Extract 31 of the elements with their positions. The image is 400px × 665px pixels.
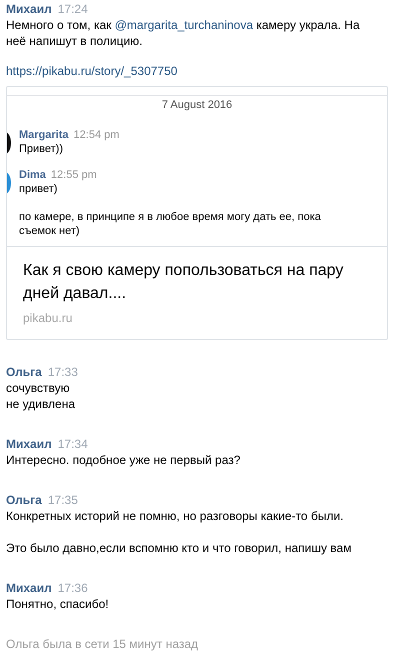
message-text: не удивлена bbox=[6, 396, 76, 412]
message-text: по камере, в принципе я в любое время могу дать ее, пока съемок нет) bbox=[19, 210, 322, 238]
message-time: 17:24 bbox=[58, 2, 88, 16]
message-time: 12:54 pm bbox=[74, 129, 120, 141]
mention-link[interactable]: @margarita_turchaninova bbox=[114, 18, 254, 32]
message-text: Конкретных историй не помню, но разговоры какие-то были. bbox=[6, 508, 344, 524]
author-link[interactable]: Михаил bbox=[6, 581, 52, 595]
author-name: Dima bbox=[19, 169, 46, 181]
author-name: Margarita bbox=[19, 129, 69, 141]
url-link[interactable]: https://pikabu.ru/story/_5307750 bbox=[6, 63, 390, 79]
message-text: Интересно. подобное уже не первый раз? bbox=[6, 452, 242, 468]
message-time: 17:33 bbox=[48, 365, 78, 379]
message-text: сочувствую bbox=[6, 380, 71, 396]
message-text: Понятно, спасибо! bbox=[6, 596, 110, 612]
author-link[interactable]: Ольга bbox=[6, 493, 42, 507]
message-text: Привет)) bbox=[19, 142, 64, 156]
preview-domain: pikabu.ru bbox=[22, 310, 74, 327]
author-link[interactable]: Михаил bbox=[6, 437, 52, 451]
date-label: 7 August 2016 bbox=[7, 95, 387, 112]
message-time: 17:36 bbox=[58, 581, 88, 595]
preview-title: Как я свою камеру попользоваться на пару дней давал.... bbox=[22, 261, 344, 304]
author-link[interactable]: Михаил bbox=[6, 2, 52, 16]
message-text: Это было давно,если вспомню кто и что говорил, напишу вам bbox=[6, 540, 352, 556]
link-preview-card[interactable]: 7 August 2016 Margarita 12:54 pm Привет)) Dima 12:55 pm привет) по камере, в принципе я в любое время могу дать ее, пока съемок нет) Как я свою камеру попользоваться на пару дней давал.... pikabu.ru bbox=[6, 86, 388, 340]
message-text: привет) bbox=[19, 182, 58, 196]
message-time: 17:35 bbox=[48, 493, 78, 507]
message-time: 17:34 bbox=[58, 437, 88, 451]
message-text: Немного о том, как @margarita_turchaninova камеру украла. На неё напишут в полицию. bbox=[6, 17, 361, 49]
last-seen-status: Ольга была в сети 15 минут назад bbox=[6, 636, 200, 652]
author-link[interactable]: Ольга bbox=[6, 365, 42, 379]
message-time: 12:55 pm bbox=[50, 169, 97, 181]
